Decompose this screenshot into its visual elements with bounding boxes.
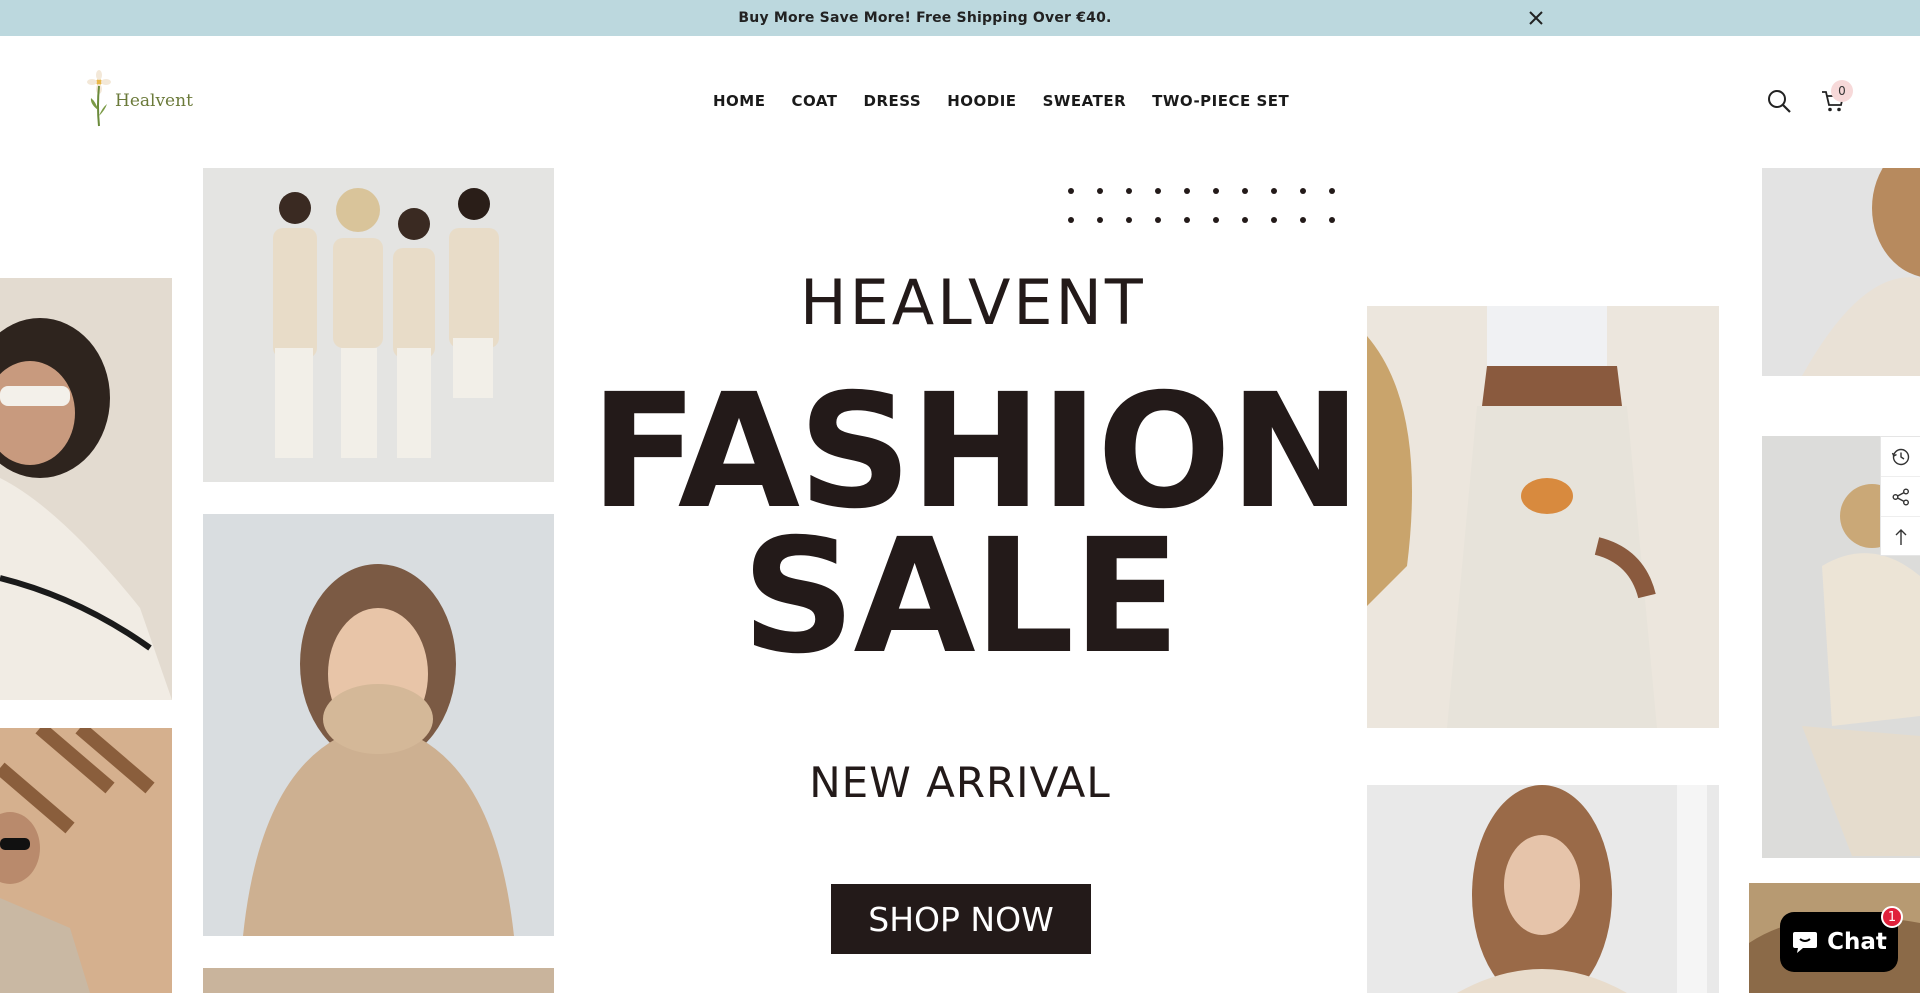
decorative-dots xyxy=(1068,188,1335,223)
nav-item-two-piece-set[interactable]: TWO-PIECE SET xyxy=(1139,92,1302,110)
close-icon[interactable] xyxy=(1527,9,1545,27)
hero-photo-woman-white-pants xyxy=(1367,306,1719,728)
flower-logo-icon xyxy=(87,70,111,127)
hero-photo-woman-long-hair xyxy=(1367,785,1719,993)
hero-banner[interactable]: HEALVENT FASHION SALE NEW ARRIVAL SHOP N… xyxy=(0,168,1920,993)
shop-now-button[interactable]: SHOP NOW xyxy=(831,884,1091,954)
back-to-top-button[interactable] xyxy=(1881,517,1920,557)
logo-text: Healvent xyxy=(115,91,193,111)
hero-photo-right-top xyxy=(1762,168,1920,376)
hero-photo-woman-sunglasses xyxy=(0,278,172,700)
search-icon[interactable] xyxy=(1766,88,1792,114)
nav-item-coat[interactable]: COAT xyxy=(778,92,850,110)
history-icon xyxy=(1891,448,1910,465)
share-icon xyxy=(1892,488,1909,505)
nav-item-home[interactable]: HOME xyxy=(700,92,778,110)
arrow-up-icon xyxy=(1895,529,1907,545)
chat-button[interactable]: Chat xyxy=(1780,912,1898,972)
hero-photo-woman-blazer xyxy=(0,728,172,993)
hero-photo-group-four xyxy=(203,168,554,482)
hero-brand-title: HEALVENT xyxy=(800,266,1146,339)
chat-bubble-icon xyxy=(1793,932,1818,953)
hero-subheadline: NEW ARRIVAL xyxy=(809,758,1111,807)
chat-label: Chat xyxy=(1827,929,1887,955)
side-toolbar xyxy=(1880,436,1920,556)
site-header: Healvent HOME COAT DRESS HOODIE SWEATER … xyxy=(0,36,1920,168)
recently-viewed-button[interactable] xyxy=(1881,437,1920,477)
nav-item-hoodie[interactable]: HOODIE xyxy=(934,92,1029,110)
cart-count-badge: 0 xyxy=(1831,80,1853,102)
main-nav: HOME COAT DRESS HOODIE SWEATER TWO-PIECE… xyxy=(700,92,1302,110)
hero-headline-sale: SALE xyxy=(741,505,1181,689)
hero-photo-partial-bottom xyxy=(203,968,554,993)
share-button[interactable] xyxy=(1881,477,1920,517)
nav-item-dress[interactable]: DRESS xyxy=(851,92,935,110)
chat-notification-badge: 1 xyxy=(1881,906,1903,928)
nav-item-sweater[interactable]: SWEATER xyxy=(1030,92,1140,110)
hero-photo-woman-sweater xyxy=(203,514,554,936)
announcement-bar: Buy More Save More! Free Shipping Over €… xyxy=(0,0,1920,36)
announcement-text: Buy More Save More! Free Shipping Over €… xyxy=(738,10,1112,26)
logo[interactable]: Healvent xyxy=(85,68,195,128)
